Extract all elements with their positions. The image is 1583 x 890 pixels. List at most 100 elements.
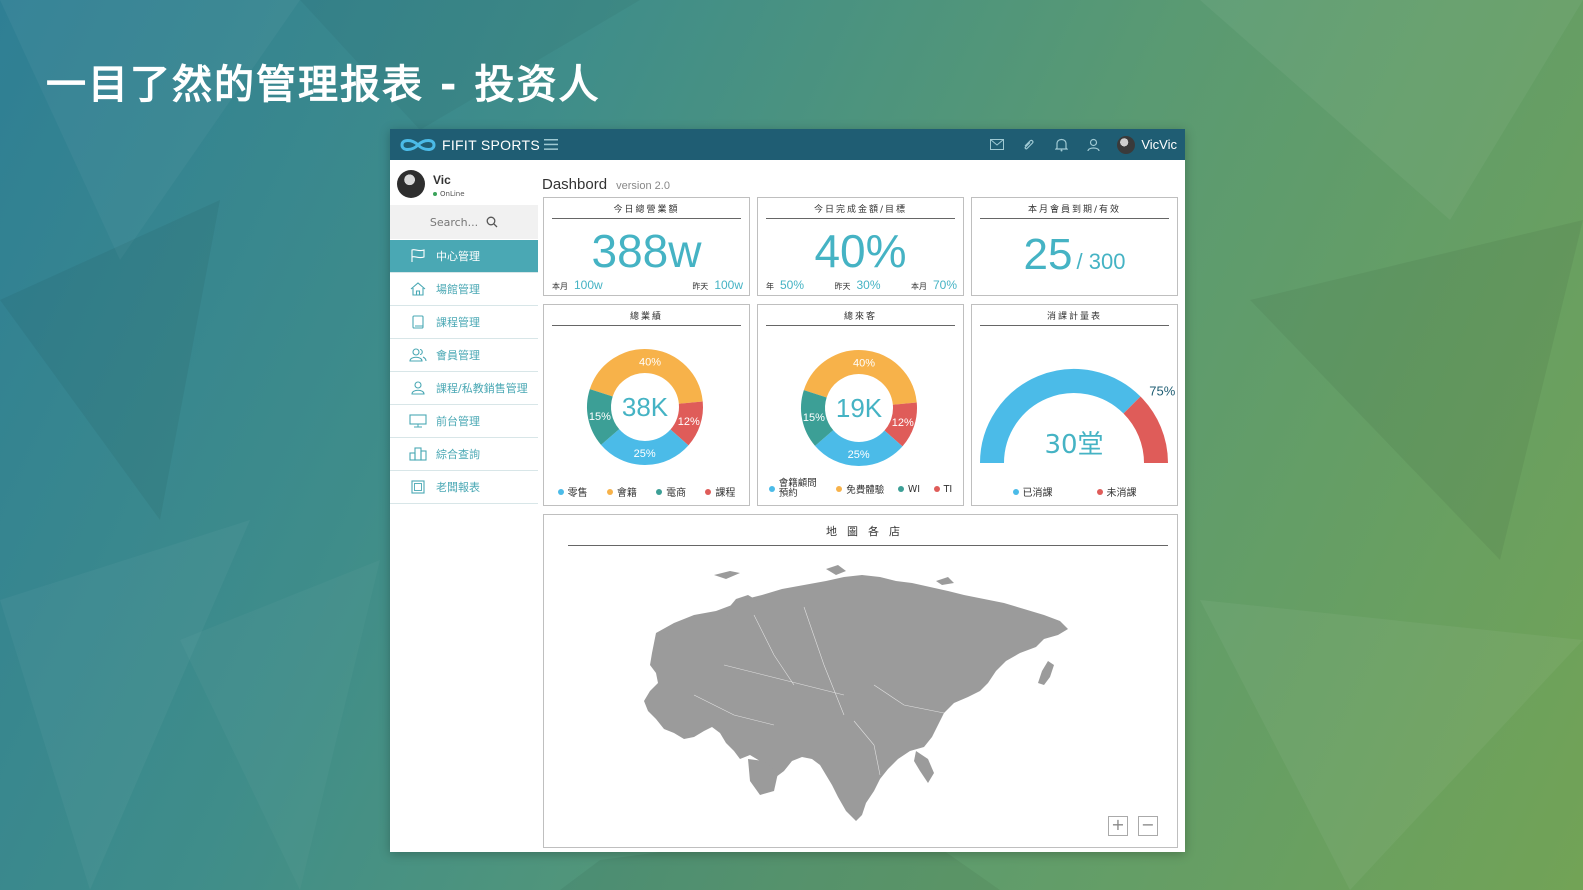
zoom-in-button[interactable]: + (1108, 816, 1128, 836)
kpi-foot-value: 100w (714, 278, 743, 292)
chart-card-total-sales: 總業績 40% 12% 25% 15% 38K 零售 會籍 電商 課程 (543, 304, 750, 506)
sidebar-item-member-management[interactable]: 會員管理 (390, 339, 538, 372)
gauge-center-value: 30堂 (1044, 430, 1103, 460)
card-title: 本月會員到期/有效 (980, 202, 1169, 219)
search-icon[interactable] (486, 216, 498, 228)
legend-dot (705, 488, 712, 495)
legend-label: 會籍顧問預約 (778, 478, 817, 499)
sidebar-search[interactable]: Search... (390, 205, 538, 239)
page-title: Dashbord (542, 176, 608, 193)
donut-chart-visitors: 40% 12% 25% 15% 19K (801, 350, 917, 466)
sidebar-item-label: 前台管理 (436, 415, 480, 428)
legend-dot (897, 486, 904, 492)
legend-item: 會籍 (606, 484, 637, 499)
legend-label: 電商 (666, 488, 687, 499)
kpi-total: / 300 (1076, 249, 1126, 274)
gauge-chart-class-usage: 75% 30堂 (980, 369, 1176, 464)
infinity-logo-icon (400, 139, 436, 151)
sidebar-nav: 中心管理 場館管理 課程管理 會員管理 課程/私教銷售管理 前台管理 綜合查詢 … (390, 240, 538, 504)
legend-item: 零售 (557, 484, 588, 499)
top-icon-group: VicVic (981, 129, 1177, 160)
sidebar-item-front-desk[interactable]: 前台管理 (390, 405, 538, 438)
sidebar-item-label: 中心管理 (436, 250, 480, 263)
kpi-foot-item: 年 50% (766, 278, 804, 292)
top-username[interactable]: VicVic (1141, 137, 1177, 152)
legend-dot (933, 486, 940, 492)
chart-legend: 零售 會籍 電商 課程 (548, 484, 745, 499)
sidebar-item-center-management[interactable]: 中心管理 (390, 240, 538, 273)
kpi-foot-label: 昨天 (834, 282, 851, 291)
sidebar-item-label: 場館管理 (436, 283, 480, 296)
user-status-text: OnLine (440, 190, 465, 198)
map-landmass[interactable] (644, 575, 1068, 821)
mail-icon[interactable] (981, 139, 1013, 150)
slice-label: 40% (853, 357, 875, 369)
kpi-value: 40% (814, 225, 907, 277)
gauge-remaining-arc[interactable] (1123, 396, 1168, 464)
sidebar-item-boss-report[interactable]: 老闆報表 (390, 471, 538, 504)
eurasia-map[interactable] (544, 515, 1177, 847)
search-input[interactable]: Search... (430, 216, 478, 229)
slice-label: 12% (678, 416, 700, 428)
sidebar-item-label: 課程管理 (436, 316, 480, 329)
monitor-icon (408, 412, 428, 430)
sidebar-item-course-management[interactable]: 課程管理 (390, 306, 538, 339)
legend-dot (1096, 488, 1103, 495)
kpi-foot-item: 本月 70% (911, 278, 957, 292)
kpi-foot-item: 本月 100w (552, 278, 603, 292)
slice-label: 15% (589, 411, 611, 423)
hamburger-menu-icon[interactable] (544, 139, 558, 150)
sidebar: Vic OnLine Search... 中心管理 場館管理 課程管理 會員管理… (390, 160, 538, 852)
legend-dot (836, 486, 843, 492)
legend-item: 課程 (705, 484, 735, 499)
sidebar-item-general-query[interactable]: 綜合查詢 (390, 438, 538, 471)
sidebar-item-sales-management[interactable]: 課程/私教銷售管理 (390, 372, 538, 405)
kpi-footer: 本月 100w 昨天 100w (552, 278, 743, 292)
buildings-icon (408, 445, 428, 463)
kpi-footer: 年 50% 昨天 30% 本月 70% (766, 278, 957, 292)
kpi-foot-value: 30% (856, 278, 881, 292)
brand-name[interactable]: FIFIT SPORTS (442, 137, 540, 153)
kpi-foot-label: 本月 (910, 282, 927, 291)
main-content: Dashbord version 2.0 今日總營業額 388w 本月 100w … (538, 160, 1185, 852)
chart-card-class-usage: 消課計量表 75% 30堂 已消課 未消課 (971, 304, 1178, 506)
avatar[interactable] (1117, 135, 1136, 154)
legend-label: 未消課 (1106, 488, 1137, 499)
legend-dot (606, 488, 613, 495)
sidebar-item-label: 老闆報表 (436, 481, 480, 494)
dashboard-window: FIFIT SPORTS VicVic Vic OnLine Search...… (390, 129, 1185, 852)
legend-label: 免費體驗 (846, 485, 885, 496)
slice-label: 25% (634, 448, 656, 460)
paperclip-icon[interactable] (1013, 138, 1045, 152)
map-japan[interactable] (1038, 661, 1054, 685)
kpi-card-revenue: 今日總營業額 388w 本月 100w 昨天 100w (543, 197, 750, 296)
legend-label: 課程 (715, 488, 736, 499)
card-title: 今日總營業額 (552, 202, 741, 219)
page-version: version 2.0 (616, 180, 670, 192)
sidebar-item-label: 會員管理 (436, 349, 480, 362)
legend-label: 會籍 (616, 488, 637, 499)
legend-label: 零售 (567, 488, 588, 499)
bell-icon[interactable] (1045, 138, 1077, 152)
zoom-out-button[interactable]: − (1138, 816, 1158, 836)
slice-label: 25% (848, 449, 870, 461)
legend-label: 已消課 (1022, 488, 1053, 499)
kpi-foot-item: 昨天 30% (834, 278, 880, 292)
sidebar-item-venue-management[interactable]: 場館管理 (390, 273, 538, 306)
slice-label: 12% (892, 417, 914, 429)
legend-dot (768, 486, 775, 492)
map-southeast-asia[interactable] (914, 751, 934, 783)
top-navbar: FIFIT SPORTS VicVic (390, 129, 1185, 160)
slide-title: 一目了然的管理报表 - 投资人 (46, 62, 601, 108)
kpi-foot-value: 70% (932, 278, 957, 292)
kpi-foot-item: 昨天 100w (692, 278, 743, 292)
slice-label: 15% (803, 412, 825, 424)
legend-item: 免費體驗 (836, 482, 884, 496)
page-header: Dashbord version 2.0 (542, 174, 670, 193)
user-icon[interactable] (1077, 138, 1109, 152)
legend-item: 已消課 (1012, 484, 1053, 499)
sidebar-item-label: 綜合查詢 (436, 448, 480, 461)
legend-item: WI (897, 484, 920, 495)
legend-item: 會籍顧問預約 (768, 478, 823, 499)
kpi-value-group: 25/ 300 (972, 230, 1177, 280)
